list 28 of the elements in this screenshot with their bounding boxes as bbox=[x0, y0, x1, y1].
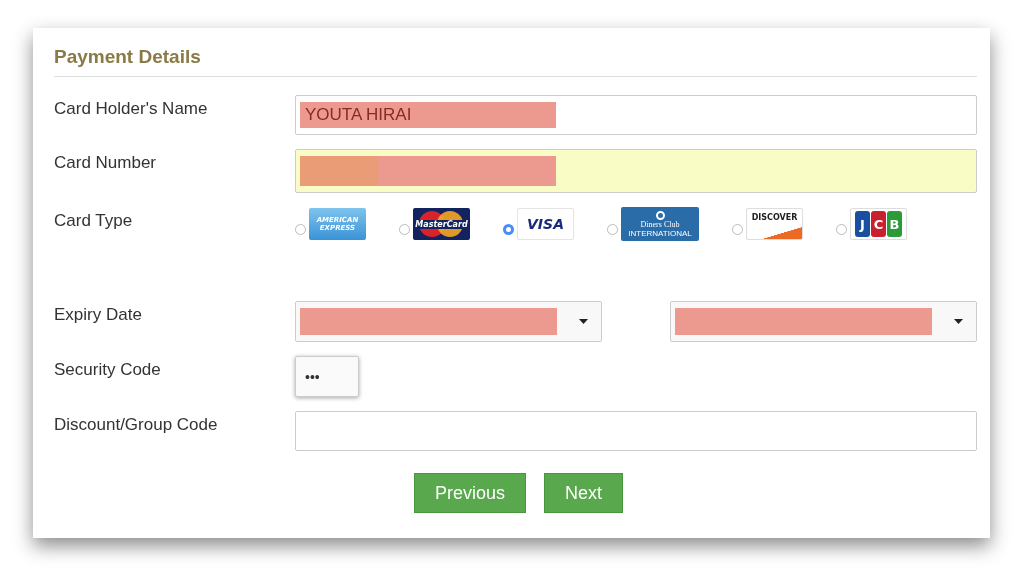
radio-button[interactable] bbox=[732, 223, 743, 235]
field-label: Security Code bbox=[54, 359, 162, 380]
radio-button[interactable] bbox=[399, 223, 410, 235]
caret-icon bbox=[579, 319, 588, 324]
radio-button[interactable] bbox=[503, 223, 514, 235]
discount-code-field[interactable] bbox=[295, 411, 977, 451]
field-label: Card Type bbox=[54, 210, 134, 231]
card-logo: DISCOVER bbox=[746, 208, 803, 240]
radio-button[interactable] bbox=[607, 223, 618, 235]
dropdown[interactable] bbox=[670, 301, 977, 342]
field-label: Card Holder's Name bbox=[54, 98, 209, 119]
radio-button[interactable] bbox=[295, 223, 306, 235]
nav-button[interactable]: Previous bbox=[413, 473, 526, 513]
card-logo: J C B bbox=[850, 208, 907, 240]
security-code-field[interactable]: ••• bbox=[295, 356, 359, 397]
card-logo: MasterCard bbox=[413, 208, 470, 240]
section-title: Payment Details bbox=[54, 46, 977, 77]
caret-icon bbox=[954, 319, 963, 324]
nav-button[interactable]: Next bbox=[544, 473, 623, 513]
radio-button[interactable] bbox=[836, 223, 847, 235]
card-number-field[interactable] bbox=[295, 149, 977, 193]
dropdown[interactable] bbox=[295, 301, 602, 342]
card-logo: Diners Club INTERNATIONAL bbox=[621, 207, 699, 241]
name-field[interactable]: YOUTA HIRAI bbox=[295, 95, 977, 135]
field-label: Expiry Date bbox=[54, 304, 143, 325]
field-label: Discount/Group Code bbox=[54, 414, 219, 435]
field-label: Card Number bbox=[54, 152, 158, 173]
card-logo: VISA bbox=[517, 208, 574, 240]
